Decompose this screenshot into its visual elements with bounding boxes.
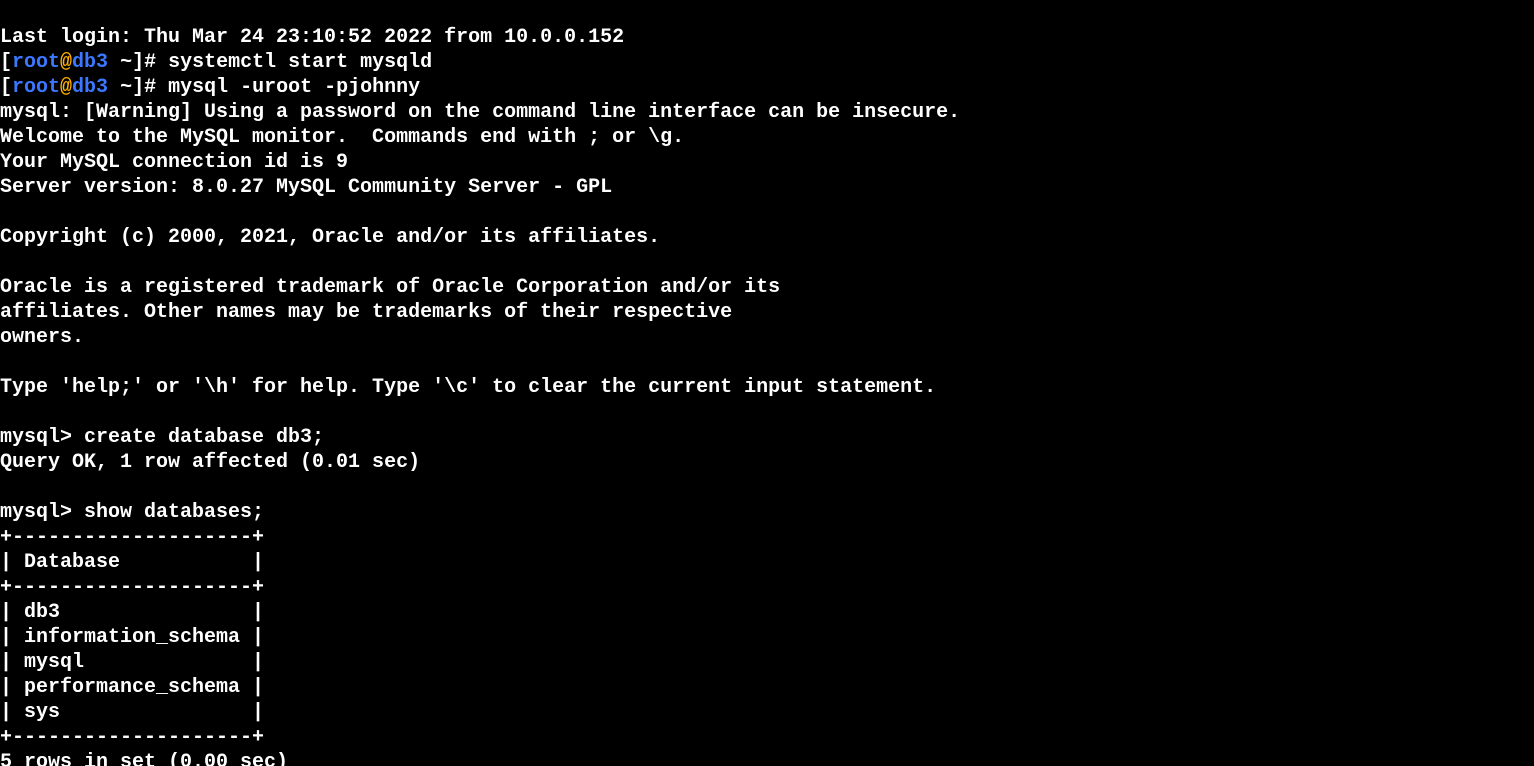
mysql-connid: Your MySQL connection id is 9	[0, 151, 348, 174]
prompt-at: @	[60, 76, 72, 99]
prompt-bracket-open: [	[0, 51, 12, 74]
table-border: +--------------------+	[0, 726, 264, 749]
sql-stmt-1: create database db3;	[84, 426, 324, 449]
mysql-version: Server version: 8.0.27 MySQL Community S…	[0, 176, 612, 199]
sql-result-2: 5 rows in set (0.00 sec)	[0, 751, 288, 766]
prompt-host: db3	[72, 76, 108, 99]
mysql-trademark-line: owners.	[0, 326, 84, 349]
prompt-bracket-open: [	[0, 76, 12, 99]
mysql-prompt: mysql>	[0, 501, 84, 524]
prompt-host: db3	[72, 51, 108, 74]
mysql-trademark-line: Oracle is a registered trademark of Orac…	[0, 276, 780, 299]
prompt-hash: #	[144, 51, 168, 74]
table-row: | db3 |	[0, 601, 264, 624]
table-header: | Database |	[0, 551, 264, 574]
command-1: systemctl start mysqld	[168, 51, 432, 74]
prompt-bracket-close: ]	[132, 51, 144, 74]
prompt-hash: #	[144, 76, 168, 99]
prompt-bracket-close: ]	[132, 76, 144, 99]
table-row: | performance_schema |	[0, 676, 264, 699]
mysql-help: Type 'help;' or '\h' for help. Type '\c'…	[0, 376, 936, 399]
table-row: | sys |	[0, 701, 264, 724]
command-2: mysql -uroot -pjohnny	[168, 76, 420, 99]
terminal[interactable]: Last login: Thu Mar 24 23:10:52 2022 fro…	[0, 0, 1534, 766]
prompt-user: root	[12, 76, 60, 99]
table-border: +--------------------+	[0, 526, 264, 549]
last-login-line: Last login: Thu Mar 24 23:10:52 2022 fro…	[0, 26, 624, 49]
mysql-copyright: Copyright (c) 2000, 2021, Oracle and/or …	[0, 226, 660, 249]
prompt-at: @	[60, 51, 72, 74]
sql-result-1: Query OK, 1 row affected (0.01 sec)	[0, 451, 420, 474]
prompt-user: root	[12, 51, 60, 74]
mysql-warning: mysql: [Warning] Using a password on the…	[0, 101, 960, 124]
mysql-prompt: mysql>	[0, 426, 84, 449]
sql-stmt-2: show databases;	[84, 501, 264, 524]
mysql-trademark-line: affiliates. Other names may be trademark…	[0, 301, 732, 324]
prompt-dir: ~	[108, 76, 132, 99]
table-row: | information_schema |	[0, 626, 264, 649]
prompt-dir: ~	[108, 51, 132, 74]
table-row: | mysql |	[0, 651, 264, 674]
mysql-welcome: Welcome to the MySQL monitor. Commands e…	[0, 126, 684, 149]
table-border: +--------------------+	[0, 576, 264, 599]
